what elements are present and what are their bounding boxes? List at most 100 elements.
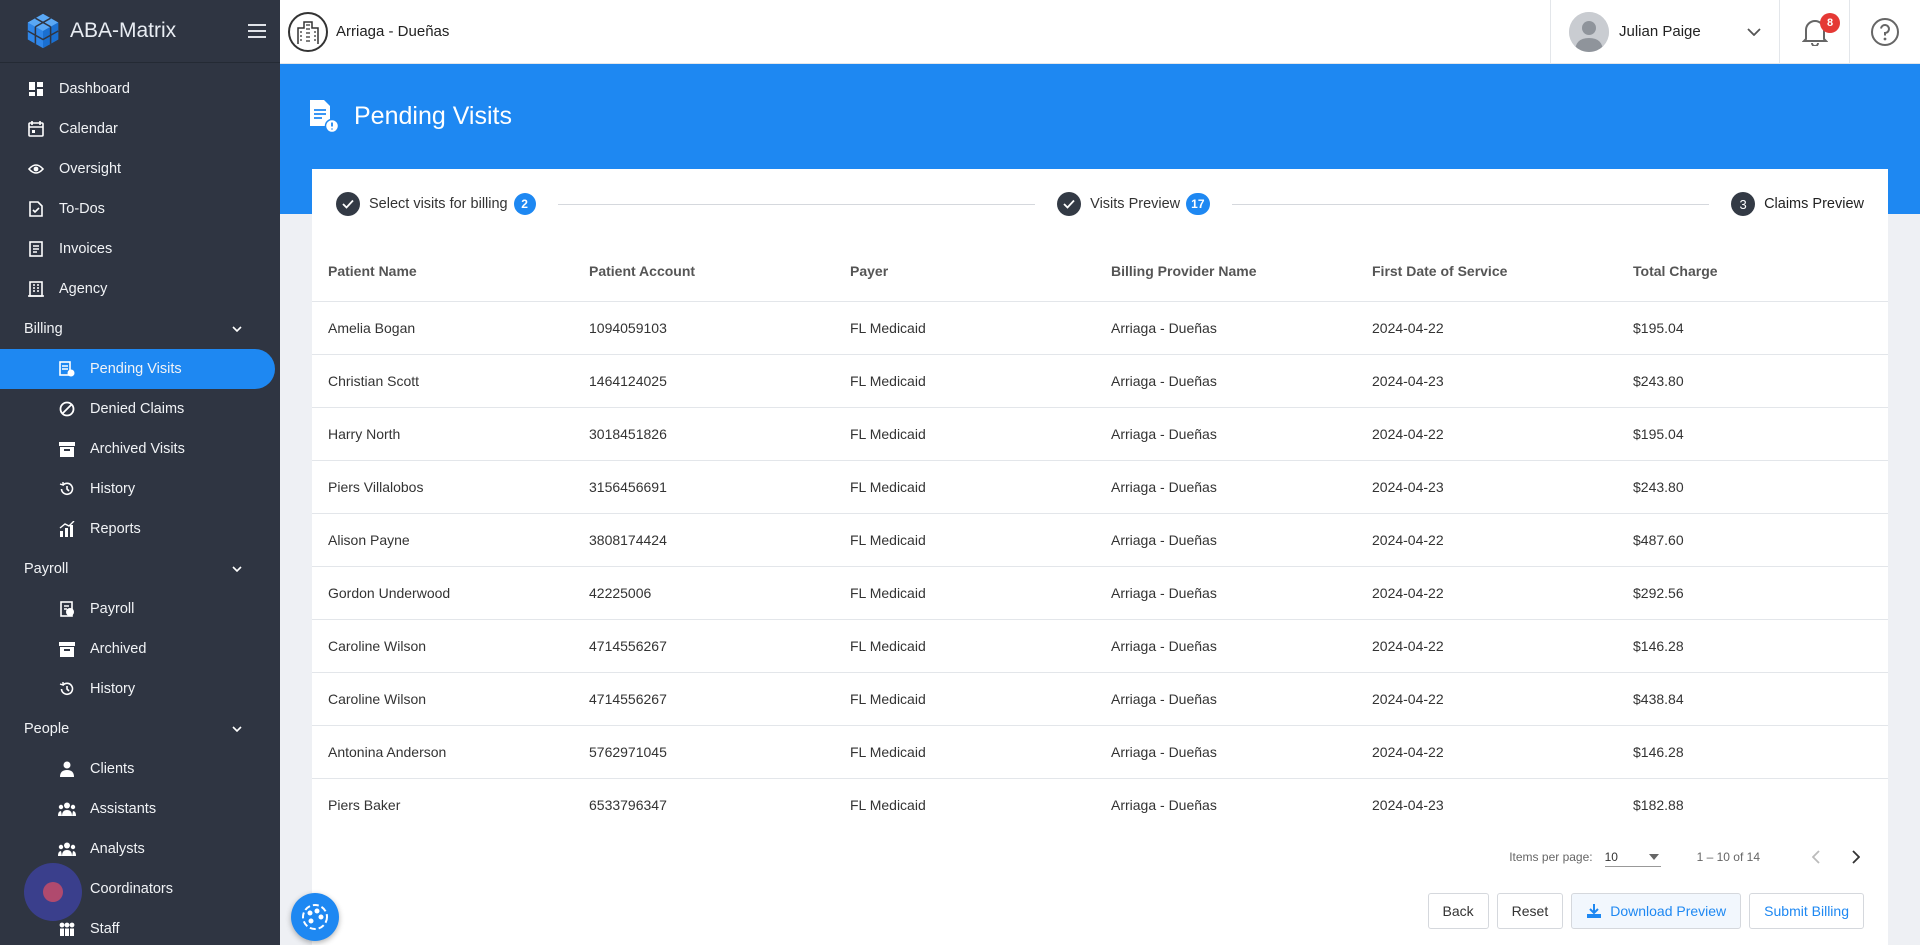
pending-visits-icon — [310, 100, 340, 134]
previous-page-button[interactable] — [1800, 841, 1832, 873]
table-cell: FL Medicaid — [834, 725, 1095, 779]
sidebar-item-label: History — [90, 681, 136, 697]
table-body: Amelia Bogan 1094059103 FL Medicaid Arriaga… — [312, 301, 1888, 831]
column-header[interactable]: Patient Account — [573, 241, 834, 302]
sidebar-section-payroll[interactable]: Payroll — [0, 549, 280, 589]
sidebar-item-denied-claims[interactable]: Denied Claims — [0, 389, 280, 429]
sidebar-item-reports[interactable]: Reports — [0, 509, 280, 549]
download-preview-button[interactable]: Download Preview — [1571, 893, 1742, 929]
reset-button[interactable]: Reset — [1496, 893, 1564, 929]
column-header[interactable]: Payer — [834, 241, 1095, 302]
user-menu[interactable]: Julian Paige — [1550, 0, 1780, 64]
table-cell: Caroline Wilson — [312, 619, 573, 673]
sidebar-item-invoices[interactable]: Invoices — [0, 229, 280, 269]
table-cell: Alison Payne — [312, 513, 573, 567]
check-icon — [1057, 192, 1082, 216]
help-icon — [1871, 17, 1899, 46]
section-label: Billing — [24, 321, 63, 337]
dropdown-arrow-icon — [1648, 853, 1659, 860]
stepper: Select visits for billing 2 Visits Previ… — [312, 169, 1888, 239]
sidebar-item-label: Assistants — [90, 801, 157, 817]
sidebar-item-clients[interactable]: Clients — [0, 749, 280, 789]
table-cell: Arriaga - Dueñas — [1095, 672, 1356, 726]
notifications-button[interactable]: 8 — [1780, 0, 1850, 64]
chevron-right-icon — [1852, 850, 1860, 864]
sidebar-item-payroll-archived[interactable]: Archived — [0, 629, 280, 669]
table-row[interactable]: Amelia Bogan 1094059103 FL Medicaid Arriaga… — [312, 301, 1888, 355]
table-row[interactable]: Piers Villalobos 3156456691 FL Medicaid Arr… — [312, 460, 1888, 514]
step-label: Claims Preview — [1764, 196, 1864, 212]
sidebar-item-todos[interactable]: To-Dos — [0, 189, 280, 229]
history-icon — [58, 480, 76, 498]
table-cell: $243.80 — [1617, 460, 1888, 514]
paginator: Items per page: 10 1 – 10 of 14 — [1509, 841, 1872, 873]
sidebar-item-archived-visits[interactable]: Archived Visits — [0, 429, 280, 469]
sidebar-section-people[interactable]: People — [0, 709, 280, 749]
column-header[interactable]: Patient Name — [312, 241, 573, 302]
sidebar-item-label: Staff — [90, 921, 120, 937]
sidebar-item-label: Calendar — [59, 121, 118, 137]
sidebar-item-label: Analysts — [90, 841, 145, 857]
table-cell: FL Medicaid — [834, 672, 1095, 726]
topbar: Arriaga - Dueñas Julian Paige 8 — [280, 0, 1920, 64]
dashboard-icon — [27, 80, 45, 98]
sidebar-item-label: Agency — [59, 281, 108, 297]
sidebar-item-pending-visits[interactable]: Pending Visits — [0, 349, 275, 389]
menu-toggle-button[interactable] — [234, 23, 280, 39]
help-button[interactable] — [1850, 0, 1920, 64]
sidebar-item-dashboard[interactable]: Dashboard — [0, 69, 280, 109]
step-visits-preview[interactable]: Visits Preview 17 — [1057, 192, 1210, 216]
table-cell: 2024-04-22 — [1356, 407, 1617, 461]
table-row[interactable]: Christian Scott 1464124025 FL Medicaid Arri… — [312, 354, 1888, 408]
back-button[interactable]: Back — [1427, 893, 1489, 929]
sidebar-item-label: Oversight — [59, 161, 122, 177]
items-per-page-select[interactable]: 10 — [1604, 847, 1661, 867]
sidebar-item-payroll-history[interactable]: History — [0, 669, 280, 709]
table-row[interactable]: Antonina Anderson 5762971045 FL Medicaid Ar… — [312, 725, 1888, 779]
table-cell: 4714556267 — [573, 619, 834, 673]
table-row[interactable]: Caroline Wilson 4714556267 FL Medicaid Arri… — [312, 672, 1888, 726]
section-label: People — [24, 721, 70, 737]
submit-billing-button[interactable]: Submit Billing — [1749, 893, 1864, 929]
table-cell: $195.04 — [1617, 301, 1888, 355]
table-cell: FL Medicaid — [834, 566, 1095, 620]
palette-button[interactable] — [291, 893, 339, 941]
sidebar-section-billing[interactable]: Billing — [0, 309, 280, 349]
step-select-visits[interactable]: Select visits for billing 2 — [336, 192, 536, 216]
table-cell: 6533796347 — [589, 796, 667, 813]
table-row[interactable]: Harry North 3018451826 FL Medicaid Arriaga … — [312, 407, 1888, 461]
table-cell: Arriaga - Dueñas — [1095, 354, 1356, 408]
sidebar-nav: Dashboard Calendar Oversight To-Dos Invo… — [0, 63, 280, 945]
sidebar-item-agency[interactable]: Agency — [0, 269, 280, 309]
column-header[interactable]: First Date of Service — [1356, 241, 1617, 302]
sidebar-item-analysts[interactable]: Analysts — [0, 829, 280, 869]
chevron-left-icon — [1812, 850, 1820, 864]
step-claims-preview[interactable]: 3 Claims Preview — [1731, 192, 1864, 216]
table-row[interactable]: Piers Baker 6533796347 FL Medicaid Arriaga … — [312, 778, 1888, 831]
chevron-down-icon — [232, 726, 242, 732]
next-page-button[interactable] — [1840, 841, 1872, 873]
sidebar-item-calendar[interactable]: Calendar — [0, 109, 280, 149]
page-title: Pending Visits — [354, 101, 512, 130]
org-name[interactable]: Arriaga - Dueñas — [336, 23, 1550, 40]
record-button[interactable] — [24, 863, 82, 921]
table-cell: 4714556267 — [573, 672, 834, 726]
table-cell: 2024-04-22 — [1356, 619, 1617, 673]
column-header[interactable]: Total Charge — [1617, 241, 1888, 302]
table-cell: 3808174424 — [573, 513, 834, 567]
column-header[interactable]: Billing Provider Name — [1095, 241, 1356, 302]
table-row[interactable]: Gordon Underwood 42225006 FL Medicaid Arria… — [312, 566, 1888, 620]
sidebar-item-assistants[interactable]: Assistants — [0, 789, 280, 829]
table-row[interactable]: Alison Payne 3808174424 FL Medicaid Arriaga… — [312, 513, 1888, 567]
step-connector — [1231, 203, 1710, 205]
calendar-icon — [27, 120, 45, 138]
table-cell: FL Medicaid — [834, 619, 1095, 673]
sidebar-item-payroll[interactable]: Payroll — [0, 589, 280, 629]
sidebar-item-history[interactable]: History — [0, 469, 280, 509]
table-cell: Amelia Bogan — [312, 301, 573, 355]
table-cell: 2024-04-22 — [1356, 725, 1617, 779]
table-cell: $487.60 — [1617, 513, 1888, 567]
sidebar-item-oversight[interactable]: Oversight — [0, 149, 280, 189]
table-cell: 5762971045 — [573, 725, 834, 779]
table-row[interactable]: Caroline Wilson 4714556267 FL Medicaid Arri… — [312, 619, 1888, 673]
